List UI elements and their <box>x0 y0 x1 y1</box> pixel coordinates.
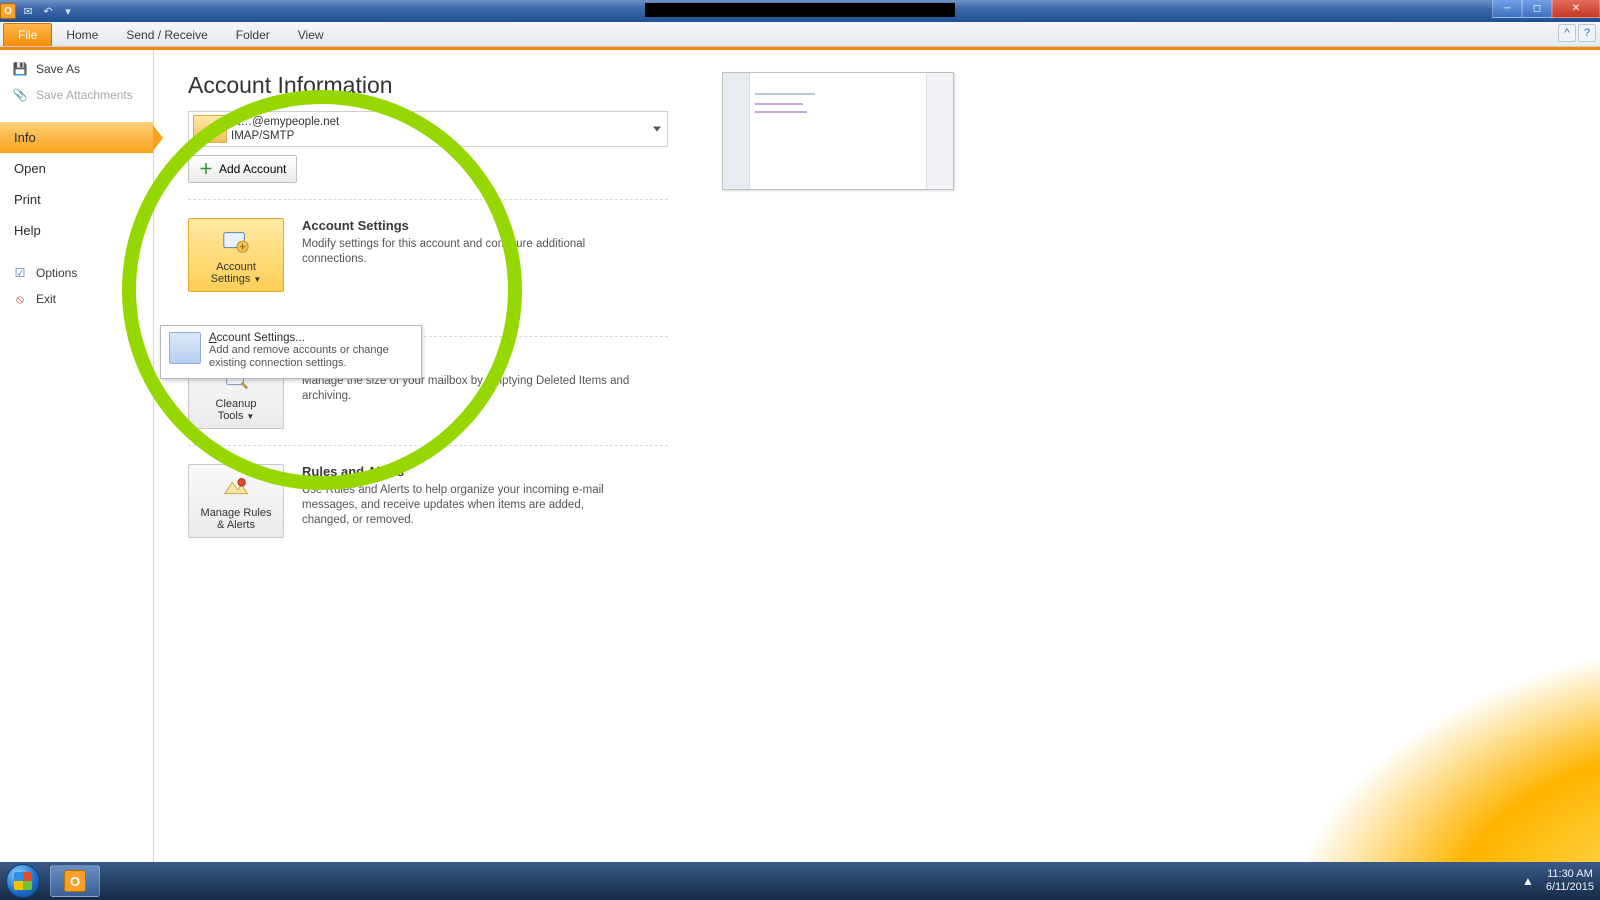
popup-desc: Add and remove accounts or change existi… <box>209 344 413 370</box>
nav-label: Save Attachments <box>36 88 133 102</box>
dropdown-arrow-icon <box>653 127 661 132</box>
section-desc: Modify settings for this account and con… <box>302 237 632 267</box>
nav-label: Save As <box>36 62 80 76</box>
clock[interactable]: 11:30 AM 6/11/2015 <box>1546 868 1594 894</box>
outlook-window: O ✉ ↶ ▾ ─ ◻ ✕ File Home Send / Receive F… <box>0 0 1600 862</box>
button-line1: Account <box>216 261 256 273</box>
window-title-redacted <box>645 3 955 17</box>
quick-access-toolbar: O ✉ ↶ ▾ <box>0 3 76 19</box>
account-info: dt…@emypeople.net IMAP/SMTP <box>231 115 339 143</box>
section-title: Account Settings <box>302 218 632 233</box>
windows-orb-icon <box>6 864 40 898</box>
help-icon[interactable]: ? <box>1578 24 1596 42</box>
nav-options[interactable]: ☑ Options <box>0 260 153 286</box>
maximize-button[interactable]: ◻ <box>1522 0 1552 18</box>
clock-date: 6/11/2015 <box>1546 881 1594 894</box>
outlook-task-icon: O <box>64 870 86 892</box>
tab-view[interactable]: View <box>284 24 338 46</box>
info-preview-area <box>694 50 1600 862</box>
account-folder-icon <box>193 115 227 143</box>
section-account-settings: Account Settings▼ Account Settings Modif… <box>188 200 668 292</box>
undo-qat-icon[interactable]: ↶ <box>40 3 56 19</box>
nav-label: Exit <box>36 292 56 306</box>
account-settings-icon <box>219 227 253 257</box>
send-receive-qat-icon[interactable]: ✉ <box>20 3 36 19</box>
tab-send-receive[interactable]: Send / Receive <box>112 24 221 46</box>
ribbon-corner: ^ ? <box>1558 24 1596 42</box>
plus-icon: ＋ <box>199 159 213 179</box>
popup-text: Account Settings... Add and remove accou… <box>209 332 413 370</box>
nav-help[interactable]: Help <box>0 215 153 246</box>
add-account-button[interactable]: ＋ Add Account <box>188 155 297 183</box>
nav-exit[interactable]: ⦸ Exit <box>0 286 153 312</box>
decorative-swoosh <box>1180 597 1600 862</box>
backstage-nav: 💾 Save As 📎 Save Attachments Info Open P… <box>0 50 154 862</box>
outlook-badge-icon: O <box>0 3 16 19</box>
button-line2: Tools▼ <box>218 410 255 422</box>
qat-customize-icon[interactable]: ▾ <box>60 3 76 19</box>
nav-open[interactable]: Open <box>0 153 153 184</box>
account-settings-button[interactable]: Account Settings▼ <box>188 218 284 292</box>
start-button[interactable] <box>0 862 46 900</box>
section-rules: Manage Rules & Alerts Rules and Alerts U… <box>188 446 668 538</box>
button-line2: Settings▼ <box>211 273 262 285</box>
tab-home[interactable]: Home <box>52 24 112 46</box>
close-button[interactable]: ✕ <box>1552 0 1600 18</box>
button-line1: Cleanup <box>216 398 257 410</box>
tab-file[interactable]: File <box>3 23 52 46</box>
ribbon-minimize-icon[interactable]: ^ <box>1558 24 1576 42</box>
section-title: Rules and Alerts <box>302 464 632 479</box>
account-selector[interactable]: dt…@emypeople.net IMAP/SMTP <box>188 111 668 147</box>
nav-info[interactable]: Info <box>0 122 153 153</box>
ribbon-tabs: File Home Send / Receive Folder View ^ ? <box>0 22 1600 47</box>
minimize-button[interactable]: ─ <box>1492 0 1522 18</box>
section-text: Rules and Alerts Use Rules and Alerts to… <box>302 464 632 538</box>
tab-folder[interactable]: Folder <box>222 24 284 46</box>
attachment-icon: 📎 <box>12 87 28 103</box>
add-account-label: Add Account <box>219 162 286 176</box>
account-settings-menu-item[interactable]: Account Settings... Add and remove accou… <box>160 325 422 379</box>
clock-time: 11:30 AM <box>1546 868 1594 881</box>
options-icon: ☑ <box>12 265 28 281</box>
exit-icon: ⦸ <box>12 291 28 307</box>
nav-print[interactable]: Print <box>0 184 153 215</box>
manage-rules-button[interactable]: Manage Rules & Alerts <box>188 464 284 538</box>
taskbar-outlook-button[interactable]: O <box>50 865 100 897</box>
window-buttons: ─ ◻ ✕ <box>1492 0 1600 18</box>
button-line1: Manage Rules <box>201 507 272 519</box>
save-icon: 💾 <box>12 61 28 77</box>
section-desc: Use Rules and Alerts to help organize yo… <box>302 483 632 528</box>
tray-show-hidden-icon[interactable]: ▲ <box>1522 874 1534 888</box>
account-type: IMAP/SMTP <box>231 129 339 143</box>
nav-save-as[interactable]: 💾 Save As <box>0 56 153 82</box>
button-line2: & Alerts <box>217 519 255 531</box>
mailbox-preview-thumbnail <box>722 72 954 190</box>
account-settings-popup-icon <box>169 332 201 364</box>
popup-title: Account Settings... <box>209 332 413 344</box>
taskbar: O ▲ 11:30 AM 6/11/2015 <box>0 862 1600 900</box>
rules-icon <box>219 473 253 503</box>
backstage-main: Account Information dt…@emypeople.net IM… <box>154 50 1600 862</box>
nav-save-attachments: 📎 Save Attachments <box>0 82 153 108</box>
nav-label: Options <box>36 266 77 280</box>
system-tray: ▲ 11:30 AM 6/11/2015 <box>1522 862 1594 900</box>
section-text: Account Settings Modify settings for thi… <box>302 218 632 292</box>
info-panel: Account Information dt…@emypeople.net IM… <box>154 50 694 862</box>
page-title: Account Information <box>188 72 694 99</box>
account-email: dt…@emypeople.net <box>231 115 339 129</box>
titlebar: O ✉ ↶ ▾ ─ ◻ ✕ <box>0 0 1600 22</box>
backstage: 💾 Save As 📎 Save Attachments Info Open P… <box>0 47 1600 862</box>
